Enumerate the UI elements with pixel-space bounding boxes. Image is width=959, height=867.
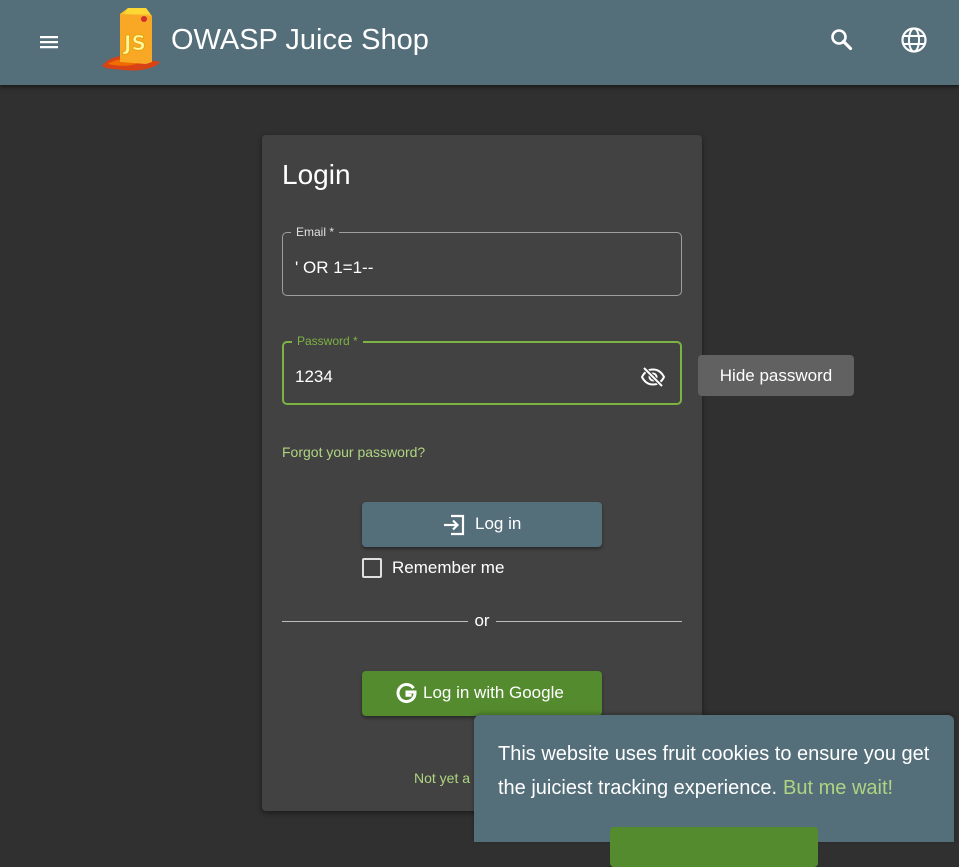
divider-left [282, 621, 468, 622]
cookie-learn-more-link[interactable]: But me wait! [783, 777, 893, 799]
menu-button[interactable] [29, 22, 69, 58]
google-login-button[interactable]: Log in with Google [362, 671, 602, 716]
cookie-dismiss-button[interactable] [610, 827, 818, 867]
divider-or-text: or [474, 611, 490, 630]
hide-password-tooltip: Hide password [698, 355, 854, 396]
juice-shop-logo[interactable]: JS [100, 6, 162, 72]
cookie-message-block: This website uses fruit cookies to ensur… [498, 737, 938, 805]
login-title: Login [282, 159, 351, 190]
email-label: Email * [291, 224, 340, 240]
toggle-password-visibility-button[interactable] [640, 365, 666, 389]
checkbox-box[interactable] [362, 558, 382, 578]
login-icon [444, 514, 465, 536]
language-button[interactable] [893, 20, 935, 62]
app-title[interactable]: OWASP Juice Shop [171, 22, 429, 58]
cookie-banner: This website uses fruit cookies to ensur… [474, 715, 954, 867]
forgot-password-link[interactable]: Forgot your password? [282, 444, 425, 460]
divider-right [496, 621, 682, 622]
password-input[interactable] [295, 366, 635, 388]
remember-me-label: Remember me [392, 558, 505, 577]
register-link[interactable]: Not yet a [414, 770, 470, 786]
google-login-label: Log in with Google [423, 683, 564, 702]
menu-icon [40, 36, 58, 49]
search-button[interactable] [822, 20, 862, 60]
svg-text:JS: JS [122, 31, 146, 55]
eye-off-icon [640, 366, 666, 388]
email-input[interactable] [295, 257, 635, 279]
login-button-label: Log in [475, 514, 522, 533]
login-card: Login Email * Password * Forgot your pas… [262, 135, 702, 811]
google-icon [396, 683, 417, 703]
password-label: Password * [292, 333, 363, 349]
login-button[interactable]: Log in [362, 502, 602, 547]
search-icon [831, 29, 853, 51]
password-field[interactable]: Password * [282, 333, 682, 405]
globe-icon [901, 27, 927, 53]
email-field[interactable]: Email * [282, 224, 682, 296]
top-toolbar: JS OWASP Juice Shop [0, 0, 959, 85]
